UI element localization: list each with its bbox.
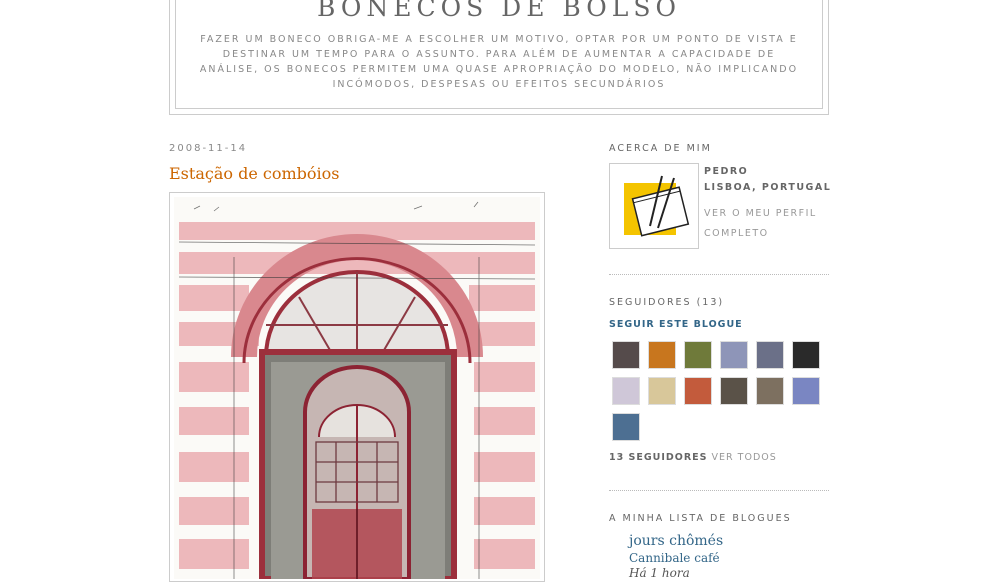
sidebar-divider: [609, 274, 829, 275]
follower-avatar[interactable]: [612, 413, 640, 441]
post-image[interactable]: [169, 192, 545, 582]
follower-avatar[interactable]: [684, 341, 712, 369]
profile-avatar[interactable]: [609, 163, 699, 249]
see-all-followers-link[interactable]: VER TODOS: [712, 452, 777, 463]
bloglist-item-title[interactable]: jours chômés: [629, 533, 723, 549]
follower-avatar[interactable]: [756, 341, 784, 369]
blog-header: BONECOS DE BOLSO FAZER UM BONECO OBRIGA-…: [169, 0, 829, 115]
follower-avatar[interactable]: [648, 377, 676, 405]
blog-description: FAZER UM BONECO OBRIGA-ME A ESCOLHER UM …: [199, 34, 799, 90]
sketchbook-icon: [614, 168, 694, 244]
profile-location: LISBOA, PORTUGAL: [704, 182, 832, 193]
follower-avatar[interactable]: [684, 377, 712, 405]
bloglist-heading: A MINHA LISTA DE BLOGUES: [609, 513, 792, 524]
follower-avatar[interactable]: [792, 377, 820, 405]
sidebar-divider: [609, 490, 829, 491]
follower-avatar[interactable]: [648, 341, 676, 369]
bloglist-item-time: Há 1 hora: [629, 566, 690, 580]
followers-count: 13 SEGUIDORES VER TODOS: [609, 452, 777, 463]
follower-avatar[interactable]: [756, 377, 784, 405]
station-door-sketch: [174, 197, 540, 579]
follower-avatar[interactable]: [792, 341, 820, 369]
post-date: 2008-11-14: [169, 143, 248, 154]
followers-heading: SEGUIDORES (13): [609, 297, 725, 308]
profile-name: PEDRO: [704, 166, 749, 177]
bloglist-item-post[interactable]: Cannibale café: [629, 551, 720, 565]
profile-link-line2[interactable]: COMPLETO: [704, 228, 769, 239]
followers-count-label: 13 SEGUIDORES: [609, 452, 708, 463]
blog-header-inner: BONECOS DE BOLSO FAZER UM BONECO OBRIGA-…: [175, 0, 823, 109]
follower-avatar[interactable]: [612, 377, 640, 405]
follower-avatar[interactable]: [720, 377, 748, 405]
about-heading: ACERCA DE MIM: [609, 143, 712, 154]
post-title[interactable]: Estação de combóios: [169, 164, 339, 183]
follower-avatar[interactable]: [720, 341, 748, 369]
follow-blog-link[interactable]: SEGUIR ESTE BLOGUE: [609, 319, 743, 330]
profile-link-line1[interactable]: VER O MEU PERFIL: [704, 208, 817, 219]
follower-avatar[interactable]: [612, 341, 640, 369]
blog-title[interactable]: BONECOS DE BOLSO: [176, 0, 822, 22]
